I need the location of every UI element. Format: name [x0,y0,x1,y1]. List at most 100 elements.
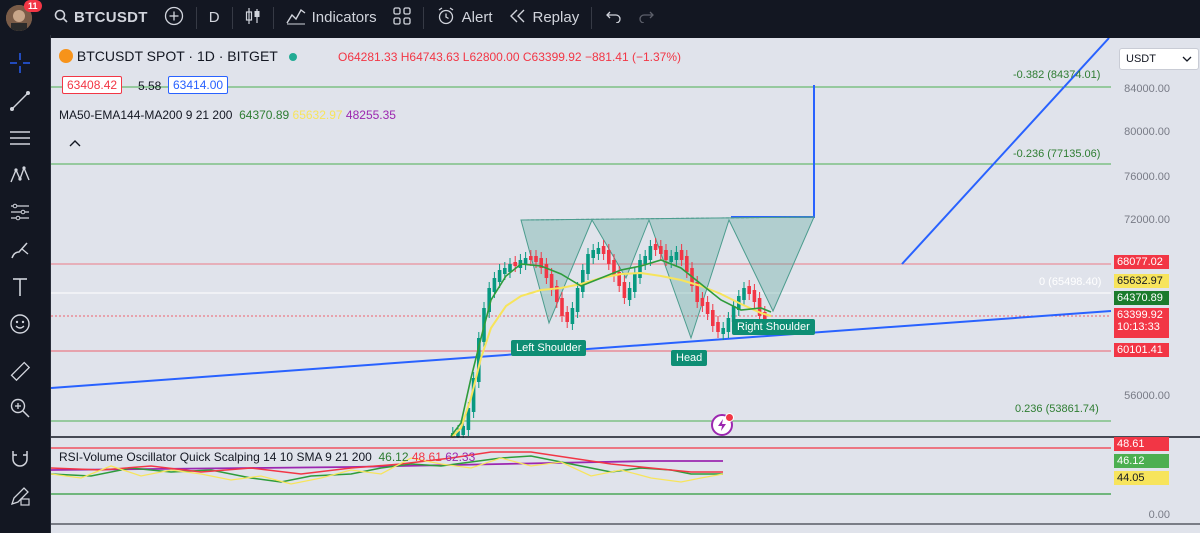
collapse-legend-button[interactable] [69,134,81,150]
axis-label-84000: 84000.00 [1124,83,1170,95]
ohlc-open: O64281.33 [338,50,398,64]
candle-body [674,252,679,260]
redo-button[interactable] [630,0,664,35]
candle-body [607,250,611,264]
candle-body [575,288,580,312]
last-price-tag: 63399.92 10:13:33 [1114,308,1169,338]
compare-symbol-button[interactable] [156,0,192,35]
candle-body [497,270,502,282]
indicators-label: Indicators [311,9,377,26]
symbol-label: BTCUSDT [74,9,148,26]
chevron-down-icon [1182,56,1192,62]
rsi-legend-row[interactable]: RSI-Volume Oscillator Quick Scalping 14 … [59,450,475,464]
candle-body [544,264,549,278]
interval-button[interactable]: D [201,0,228,35]
candle-body [679,250,684,260]
buy-price-box[interactable]: 63414.00 [168,76,229,94]
grid-icon [393,6,411,29]
candle-body [716,322,720,332]
candle-body [622,282,627,298]
trend-line-icon[interactable] [8,89,32,113]
drawing-toolbar [0,35,51,533]
ruler-icon[interactable] [8,359,32,383]
rewind-icon [509,9,527,27]
ohlc-high: H64743.63 [400,50,460,64]
currency-value: USDT [1126,53,1156,65]
axis-label-76000: 76000.00 [1124,171,1170,183]
add-circle-icon [164,6,184,30]
chart-pane[interactable]: BTCUSDT SPOT · 1D · BITGET O64281.33 H64… [51,38,1200,533]
candle-body [669,256,673,262]
btc-logo-icon [59,49,73,63]
candle-body [591,250,595,258]
divider [231,6,233,29]
notification-badge: 11 [24,0,42,12]
replay-label: Replay [532,9,580,26]
candle-body [627,288,632,300]
replay-button[interactable]: Replay [501,0,588,35]
projection-line [731,85,815,218]
divider [591,6,593,29]
undo-button[interactable] [596,0,630,35]
candle-body [560,298,564,316]
indicators-button[interactable]: Indicators [278,0,385,35]
spread-value: 5.58 [138,79,162,93]
templates-button[interactable] [385,0,419,35]
prediction-icon[interactable] [8,200,32,224]
candle-body [565,312,569,322]
candle-body [653,244,658,250]
text-icon[interactable] [8,275,32,299]
price-tag-65632: 65632.97 [1114,274,1169,288]
chevron-up-icon [69,140,81,147]
right-shoulder-label[interactable]: Right Shoulder [732,319,815,335]
alarm-clock-icon [436,6,456,30]
candlestick-icon [245,6,261,30]
candle-body [721,328,725,334]
notification-dot [725,413,734,422]
rsi-tag-lower: 44.05 [1114,471,1169,485]
fib-label-236: 0.236 (53861.74) [1015,403,1099,415]
crosshair-icon[interactable] [8,51,32,75]
axis-label-80000: 80000.00 [1124,126,1170,138]
candle-body [581,270,585,292]
candle-body [742,288,746,300]
sell-price-box[interactable]: 63408.42 [62,76,123,94]
zoom-in-icon[interactable] [8,396,32,420]
fib-label-zero: 0 (65498.40) [1039,276,1102,288]
candle-body [534,256,538,262]
indicators-icon [286,7,306,29]
candle-body [523,258,528,264]
lock-pencil-icon[interactable] [8,484,32,508]
currency-select[interactable]: USDT [1119,48,1199,70]
head-label[interactable]: Head [671,350,708,366]
candle-body [596,248,601,254]
chart-legend-title-row: BTCUSDT SPOT · 1D · BITGET [59,48,303,64]
emoji-icon[interactable] [8,312,32,336]
bar-close-timer: 10:13:33 [1117,321,1160,333]
ma-indicator-name: MA50-EMA144-MA200 9 21 200 [59,108,233,122]
left-shoulder-label[interactable]: Left Shoulder [511,340,587,356]
axis-label-56000: 56000.00 [1124,390,1170,402]
lightning-icon[interactable] [711,413,734,436]
candle-body [705,302,710,314]
chart-type-button[interactable] [237,0,269,35]
magnet-icon[interactable] [8,446,32,470]
alert-button[interactable]: Alert [428,0,501,35]
candle-body [711,310,715,326]
candle-body [633,274,637,292]
horizontal-lines-icon[interactable] [8,126,32,150]
candle-body [570,308,575,324]
candle-body [747,286,751,294]
brush-icon[interactable] [8,238,32,262]
rsi-value-2: 48.61 [411,450,442,464]
fib-label-neg236: -0.236 (77135.06) [1013,148,1101,160]
symbol-search-button[interactable]: BTCUSDT [46,0,156,35]
ohlc-change: −881.41 (−1.37%) [584,50,682,64]
candle-body [492,278,497,292]
price-tag-60101: 60101.41 [1114,343,1169,357]
ma-legend-row[interactable]: MA50-EMA144-MA200 9 21 200 64370.89 6563… [59,108,396,122]
rsi-axis-zero: 0.00 [1148,509,1170,521]
candle-body [664,250,668,260]
pattern-icon[interactable] [8,163,32,187]
fib-label-neg382: -0.382 (84374.01) [1013,69,1101,81]
